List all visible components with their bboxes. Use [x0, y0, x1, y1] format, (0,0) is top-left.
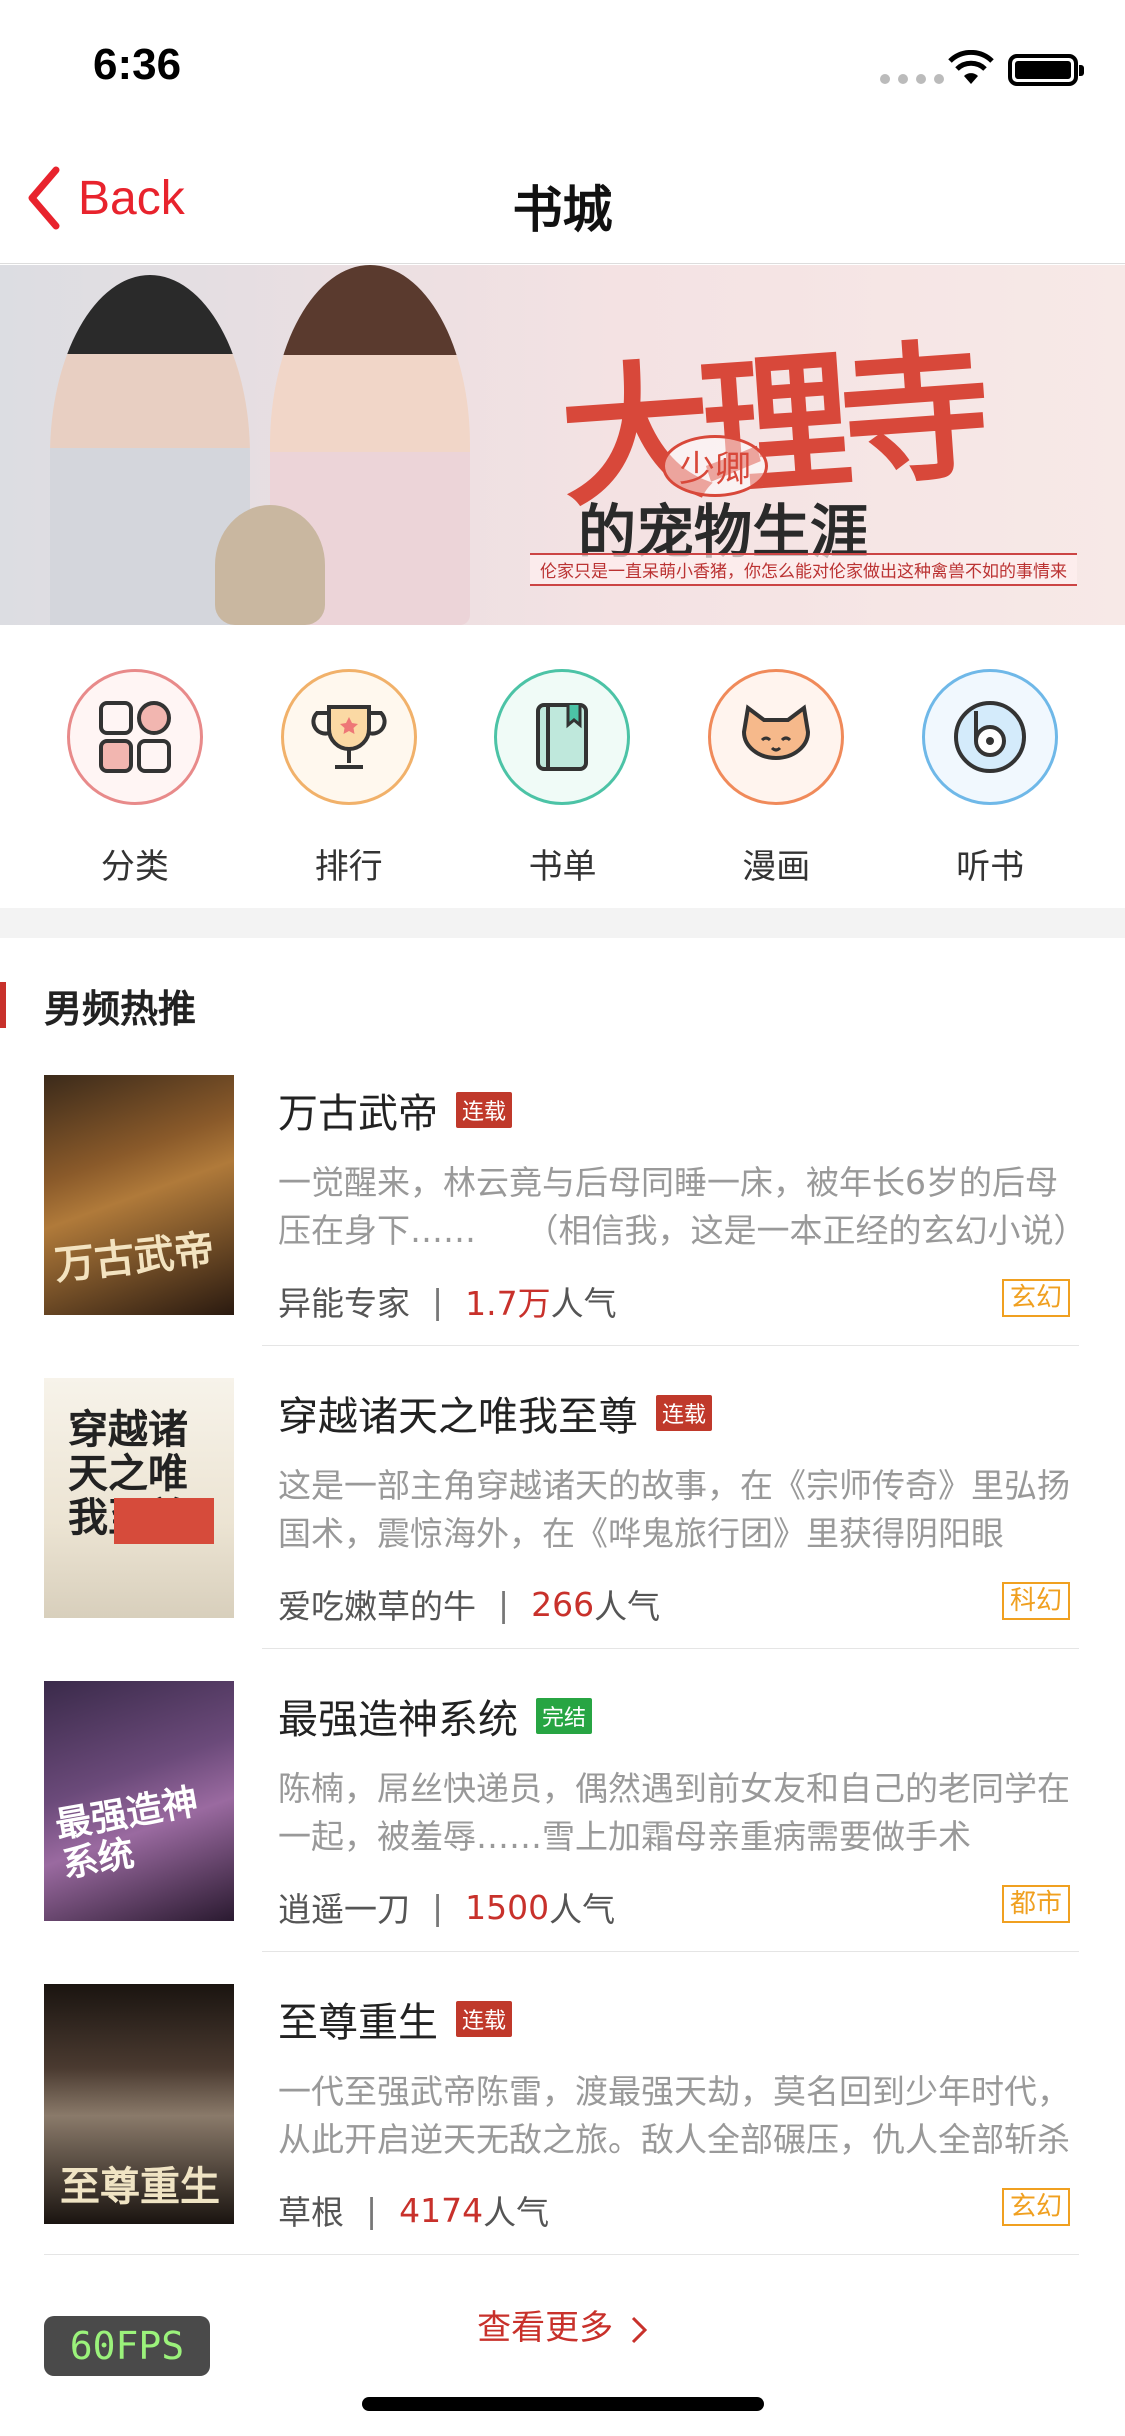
category-label: 书单 [528, 847, 597, 887]
cover-title: 万古武帝 [52, 1225, 217, 1290]
popularity-suffix: 人气 [549, 1890, 616, 1929]
cat-face-icon [708, 669, 845, 805]
genre-tag: 科幻 [1001, 1582, 1070, 1620]
promo-banner[interactable]: 大理寺 少卿 的宠物生涯 伦家只是一直呆萌小香猪，你怎么能对伦家做出这种禽兽不如… [0, 265, 1125, 625]
popularity-suffix: 人气 [483, 2193, 550, 2232]
book-cover: 万古武帝 [44, 1075, 234, 1315]
category-comics[interactable]: 漫画 [676, 625, 876, 908]
home-indicator[interactable] [362, 2397, 764, 2411]
section-accent-bar [0, 982, 6, 1028]
book-popularity: 1500 [465, 1887, 550, 1927]
category-row: 分类 排行 书单 漫画 听书 [0, 625, 1125, 908]
disc-icon [922, 669, 1059, 805]
popularity-suffix: 人气 [594, 1587, 661, 1626]
book-item[interactable]: 至尊重生 至尊重生 连载 一代至强武帝陈雷，渡最强天劫，莫名回到少年时代，从此开启… [0, 1984, 1125, 2287]
section-separator [0, 908, 1125, 938]
book-description: 陈楠，屌丝快递员，偶然遇到前女友和自己的老同学在一起，被羞辱……雪上加霜母亲重病… [278, 1769, 1070, 1856]
book-description: 一觉醒来，林云竟与后母同睡一床，被年长6岁的后母压在身下…… （相信我，这是一本… [278, 1163, 1070, 1250]
category-ranking[interactable]: 排行 [249, 625, 449, 908]
book-author: 草根 [278, 2193, 344, 2232]
status-bar: 6:36 [0, 0, 1125, 140]
category-label: 排行 [314, 847, 383, 887]
popularity-suffix: 人气 [550, 1284, 617, 1323]
book-item[interactable]: 万古武帝 万古武帝 连载 一觉醒来，林云竟与后母同睡一床，被年长6岁的后母压在身下… [0, 1075, 1125, 1378]
banner-caption: 伦家只是一直呆萌小香猪，你怎么能对伦家做出这种禽兽不如的事情来 [530, 553, 1077, 586]
banner-figure-cat [215, 505, 325, 625]
book-list: 万古武帝 万古武帝 连载 一觉醒来，林云竟与后母同睡一床，被年长6岁的后母压在身下… [0, 1075, 1125, 2287]
book-author: 爱吃嫩草的牛 [278, 1587, 476, 1626]
page-title: 书城 [512, 181, 613, 239]
trophy-icon [280, 669, 417, 805]
status-badge: 完结 [536, 1698, 593, 1734]
book-icon [494, 669, 631, 805]
book-popularity: 4174 [399, 2190, 484, 2230]
row-divider [262, 1345, 1079, 1346]
book-title: 至尊重生 [278, 2000, 438, 2046]
book-author: 异能专家 [278, 1284, 410, 1323]
book-cover: 最强造神系统 [44, 1681, 234, 1921]
status-badge: 连载 [656, 1395, 713, 1431]
cellular-signal-icon [880, 74, 944, 84]
book-popularity: 1.7万 [465, 1284, 551, 1323]
status-badge: 连载 [456, 1092, 513, 1128]
book-item[interactable]: 最强造神系统 最强造神系统 完结 陈楠，屌丝快递员，偶然遇到前女友和自己的老同学在… [0, 1681, 1125, 1984]
category-classify[interactable]: 分类 [35, 625, 235, 908]
book-title: 万古武帝 [278, 1091, 438, 1137]
category-label: 分类 [100, 847, 169, 887]
category-label: 听书 [956, 847, 1025, 887]
category-booklist[interactable]: 书单 [462, 625, 662, 908]
book-author: 逍遥一刀 [278, 1890, 410, 1929]
chevron-right-icon [631, 2316, 648, 2343]
book-title: 穿越诸天之唯我至尊 [278, 1394, 638, 1440]
status-badge: 连载 [456, 2001, 513, 2037]
cover-title: 最强造神系统 [52, 1780, 202, 1887]
genre-tag: 玄幻 [1001, 2188, 1070, 2226]
book-popularity: 266 [531, 1584, 595, 1624]
category-grid-icon [66, 669, 203, 805]
book-title: 最强造神系统 [278, 1697, 518, 1743]
row-divider [262, 1951, 1079, 1952]
view-more-label: 查看更多 [477, 2308, 614, 2348]
row-divider [44, 2254, 1079, 2255]
cover-title: 至尊重生 [60, 2163, 220, 2210]
fps-counter: 60FPS [44, 2316, 210, 2376]
category-label: 漫画 [742, 847, 811, 887]
section-header: 男频热推 [0, 980, 197, 1031]
book-item[interactable]: 穿越诸天之唯我至尊 穿越诸天之唯我至尊连载 这是一部主角穿越诸天的故事，在《宗师… [0, 1378, 1125, 1681]
genre-tag: 玄幻 [1001, 1279, 1070, 1317]
genre-tag: 都市 [1001, 1885, 1070, 1923]
navigation-bar: Back 书城 [0, 140, 1125, 264]
status-time: 6:36 [93, 40, 182, 89]
book-cover: 穿越诸天之唯我至尊 [44, 1378, 234, 1618]
row-divider [262, 1648, 1079, 1649]
battery-icon [1008, 54, 1084, 86]
category-audiobook[interactable]: 听书 [890, 625, 1090, 908]
book-cover: 至尊重生 [44, 1984, 234, 2224]
book-description: 一代至强武帝陈雷，渡最强天劫，莫名回到少年时代，从此开启逆天无敌之旅。敌人全部碾… [278, 2072, 1070, 2159]
section-title: 男频热推 [44, 986, 197, 1031]
book-description: 这是一部主角穿越诸天的故事，在《宗师传奇》里弘扬国术，震惊海外，在《哗鬼旅行团》… [278, 1466, 1070, 1553]
wifi-icon [948, 50, 994, 84]
